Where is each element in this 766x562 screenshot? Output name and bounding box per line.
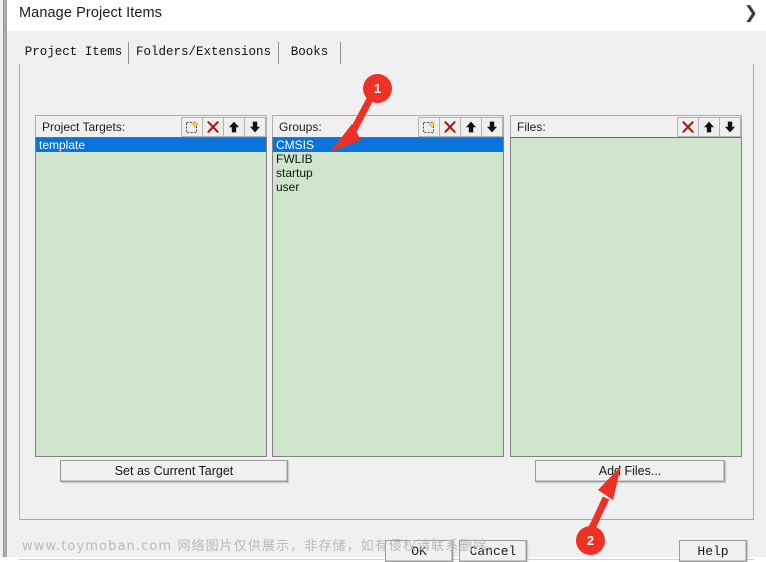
red-x-icon[interactable]: [439, 116, 461, 137]
project-targets-list[interactable]: template: [35, 137, 267, 457]
title-bar: Manage Project Items ❯: [7, 0, 766, 31]
page-title: Manage Project Items: [19, 5, 163, 21]
arrow-down-icon[interactable]: [244, 116, 266, 137]
project-targets-header: Project Targets:: [35, 115, 267, 137]
annotation-badge-2: 2: [576, 526, 605, 555]
project-targets-toolbar: [181, 116, 266, 137]
chevron-right-icon[interactable]: ❯: [744, 3, 758, 23]
groups-label: Groups:: [279, 119, 322, 134]
files-toolbar: [677, 116, 741, 137]
watermark-text: www.toymoban.com 网络图片仅供展示，非存储，如有侵权请联系删除。: [22, 539, 502, 554]
groups-list-fwlib[interactable]: FWLIB: [273, 152, 503, 166]
new-item-icon[interactable]: [181, 116, 203, 137]
add-files-button[interactable]: Add Files...: [535, 460, 725, 482]
tab-folders-extensions[interactable]: Folders/Extensions: [129, 42, 279, 64]
tab-project-items[interactable]: Project Items: [19, 42, 129, 64]
files-label: Files:: [517, 119, 546, 134]
dialog-body: Project Items Folders/Extensions Books P…: [7, 31, 766, 562]
red-x-icon[interactable]: [202, 116, 224, 137]
project-targets-column: Project Targets: template: [35, 115, 267, 457]
groups-list-startup[interactable]: startup: [273, 166, 503, 180]
new-item-icon[interactable]: [418, 116, 440, 137]
arrow-up-icon[interactable]: [223, 116, 245, 137]
files-column: Files:: [510, 115, 742, 457]
help-button[interactable]: Help: [679, 540, 747, 562]
list-item[interactable]: template: [36, 138, 266, 152]
groups-list[interactable]: CMSIS FWLIB startup user: [272, 137, 504, 457]
arrow-down-icon[interactable]: [481, 116, 503, 137]
tab-label: Books: [290, 45, 329, 59]
tab-label: Folders/Extensions: [135, 45, 272, 59]
tab-label: Project Items: [24, 45, 123, 59]
files-list[interactable]: [510, 137, 742, 457]
groups-list-cmsis[interactable]: CMSIS: [273, 138, 503, 152]
files-header: Files:: [510, 115, 742, 137]
tab-books[interactable]: Books: [279, 42, 341, 64]
groups-header: Groups:: [272, 115, 504, 137]
arrow-up-icon[interactable]: [698, 116, 720, 137]
tab-strip: Project Items Folders/Extensions Books: [19, 42, 754, 64]
arrow-down-icon[interactable]: [719, 116, 741, 137]
red-x-icon[interactable]: [677, 116, 699, 137]
groups-column: Groups: CMSIS FWLIB startup user: [272, 115, 504, 457]
groups-toolbar: [418, 116, 503, 137]
project-targets-label: Project Targets:: [42, 119, 126, 134]
annotation-badge-1: 1: [363, 74, 392, 103]
arrow-up-icon[interactable]: [460, 116, 482, 137]
manage-project-items-dialog: Manage Project Items ❯ Project Items Fol…: [0, 0, 766, 562]
set-as-current-target-button[interactable]: Set as Current Target: [60, 460, 288, 482]
groups-list-user[interactable]: user: [273, 180, 503, 194]
